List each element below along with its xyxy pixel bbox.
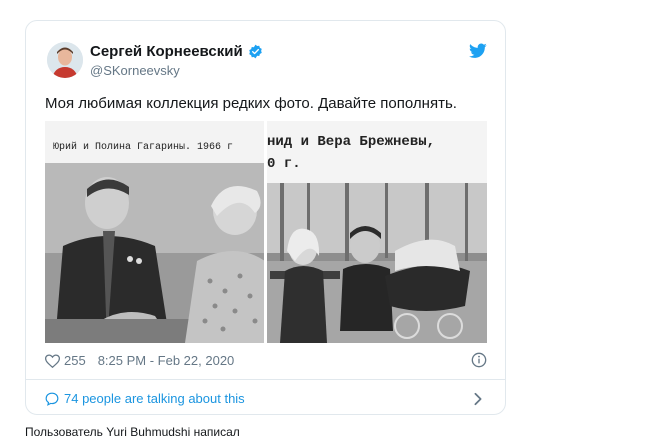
right-photo-caption-line2: 0 г.	[267, 156, 301, 172]
info-icon[interactable]	[471, 352, 487, 368]
author-name[interactable]: Сергей Корнеевский	[90, 43, 243, 60]
right-photo-caption-line1: нид и Вера Брежневы,	[267, 134, 435, 150]
divider	[26, 379, 505, 380]
avatar-image	[47, 42, 83, 78]
below-tweet-text: Пользователь Yuri Buhmudshi написал	[25, 425, 240, 439]
chevron-right-icon[interactable]	[473, 392, 483, 406]
like-count[interactable]: 255	[64, 353, 86, 368]
conversation-link[interactable]: 74 people are talking about this	[45, 391, 245, 406]
tweet-card[interactable]: Сергей Корнеевский @SKorneevsky Моя люби…	[25, 20, 506, 415]
tweet-photo-collage: Юрий и Полина Гагарины. 1966 г нид и Вер…	[45, 121, 487, 343]
author-handle[interactable]: @SKorneevsky	[90, 63, 180, 78]
tweet-media[interactable]: Юрий и Полина Гагарины. 1966 г нид и Вер…	[45, 121, 487, 343]
speech-bubble-icon	[45, 392, 59, 406]
left-photo-caption: Юрий и Полина Гагарины. 1966 г	[53, 141, 233, 153]
verified-badge-icon	[248, 44, 262, 59]
conversation-link-label[interactable]: 74 people are talking about this	[64, 391, 245, 406]
heart-icon[interactable]	[45, 353, 60, 368]
tweet-text: Моя любимая коллекция редких фото. Давай…	[45, 95, 457, 112]
tweet-meta: 255 8:25 PM - Feb 22, 2020	[45, 353, 234, 368]
twitter-bird-icon[interactable]	[469, 43, 487, 59]
avatar[interactable]	[47, 42, 83, 78]
tweet-timestamp[interactable]: 8:25 PM - Feb 22, 2020	[98, 353, 235, 368]
